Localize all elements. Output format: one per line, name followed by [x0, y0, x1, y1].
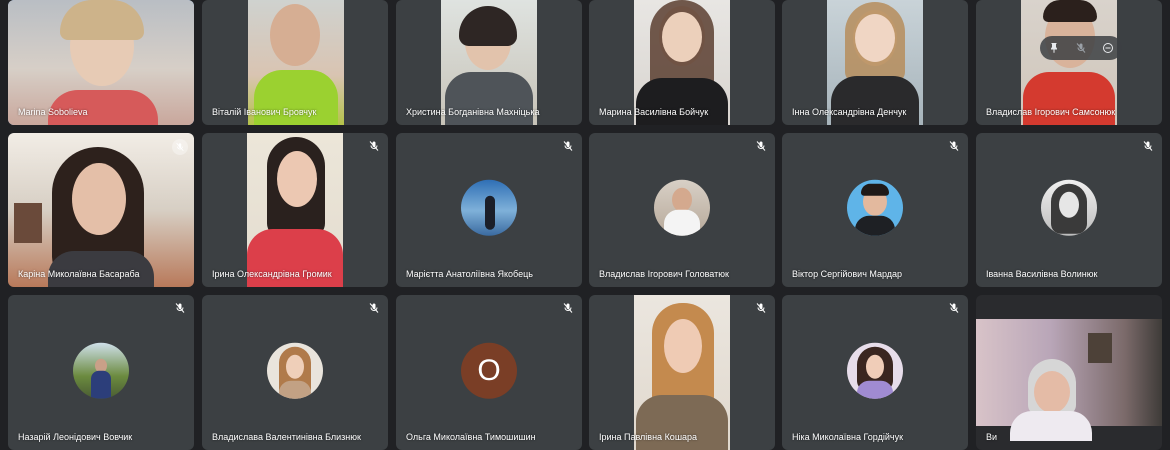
self-video	[976, 319, 1162, 441]
participant-tile[interactable]: Marina Sobolieva	[8, 0, 194, 125]
muted-icon	[368, 139, 382, 153]
profile-avatar	[654, 179, 710, 236]
profile-avatar	[267, 342, 323, 399]
participant-name: Marina Sobolieva	[18, 107, 88, 117]
participant-name: Ірина Олександрівна Громик	[212, 269, 332, 279]
participant-tile[interactable]: Христина Богданівна Махніцька	[396, 0, 582, 125]
muted-icon	[755, 301, 769, 315]
participant-name: Марина Василівна Бойчук	[599, 107, 709, 117]
participant-video	[8, 133, 194, 287]
participant-name: Ольга Миколаївна Тимошишин	[406, 432, 536, 442]
participant-tile[interactable]: Ірина Павлівна Кошара	[589, 295, 775, 450]
participant-name: Назарій Леонідович Вовчик	[18, 432, 133, 442]
participant-name: Владислав Ігорович Головатюк	[599, 269, 729, 279]
participant-tile[interactable]: Владислав Ігорович Самсонюк	[976, 0, 1162, 125]
participant-name: Ви	[986, 432, 998, 442]
participant-tile[interactable]: Ніка Миколаївна Гордійчук	[782, 295, 968, 450]
participant-video	[247, 133, 343, 287]
participant-name: Ірина Павлівна Кошара	[599, 432, 698, 442]
muted-icon	[755, 139, 769, 153]
profile-avatar	[847, 342, 903, 399]
profile-avatar	[73, 342, 129, 399]
participant-tile[interactable]: Інна Олександрівна Денчук	[782, 0, 968, 125]
participant-tile[interactable]: Владислав Ігорович Головатюк	[589, 133, 775, 287]
participant-name: Марієтта Анатоліївна Якобець	[406, 269, 533, 279]
participant-name: Владислав Ігорович Самсонюк	[986, 107, 1116, 117]
participant-tile[interactable]: Назарій Леонідович Вовчик	[8, 295, 194, 450]
muted-icon	[948, 301, 962, 315]
remove-icon[interactable]	[1102, 42, 1114, 54]
muted-icon	[562, 301, 576, 315]
participant-name: Інна Олександрівна Денчук	[792, 107, 907, 117]
participant-name: Іванна Василівна Волинюк	[986, 269, 1098, 279]
muted-icon	[948, 139, 962, 153]
participant-tile[interactable]: Ірина Олександрівна Громик	[202, 133, 388, 287]
muted-icon	[1142, 139, 1156, 153]
profile-avatar	[1041, 179, 1097, 236]
participant-tile[interactable]: Іванна Василівна Волинюк	[976, 133, 1162, 287]
participant-name: Ніка Миколаївна Гордійчук	[792, 432, 904, 442]
participant-tile[interactable]: Владислава Валентинівна Близнюк	[202, 295, 388, 450]
participant-tile[interactable]: Марієтта Анатоліївна Якобець	[396, 133, 582, 287]
muted-icon	[562, 139, 576, 153]
participant-name: Віталій Іванович Бровчук	[212, 107, 317, 117]
participant-name: Христина Богданівна Махніцька	[406, 107, 540, 117]
letter-avatar: О	[461, 342, 517, 399]
tile-hover-controls[interactable]	[1040, 36, 1122, 60]
participant-tile[interactable]: Віктор Сергійович Мардар	[782, 133, 968, 287]
participant-name: Віктор Сергійович Мардар	[792, 269, 903, 279]
profile-avatar	[461, 179, 517, 236]
self-tile[interactable]: Ви	[976, 295, 1162, 450]
participant-video	[634, 295, 730, 450]
muted-icon	[172, 139, 188, 155]
pin-icon[interactable]	[1048, 42, 1060, 54]
participant-name: Каріна Миколаївна Басараба	[18, 269, 140, 279]
profile-avatar	[847, 179, 903, 236]
participant-tile[interactable]: О Ольга Миколаївна Тимошишин	[396, 295, 582, 450]
participant-tile[interactable]: Каріна Миколаївна Басараба	[8, 133, 194, 287]
participant-tile[interactable]: Віталій Іванович Бровчук	[202, 0, 388, 125]
mute-icon[interactable]	[1075, 42, 1087, 54]
muted-icon	[174, 301, 188, 315]
muted-icon	[368, 301, 382, 315]
participant-name: Владислава Валентинівна Близнюк	[212, 432, 361, 442]
participant-tile[interactable]: Марина Василівна Бойчук	[589, 0, 775, 125]
